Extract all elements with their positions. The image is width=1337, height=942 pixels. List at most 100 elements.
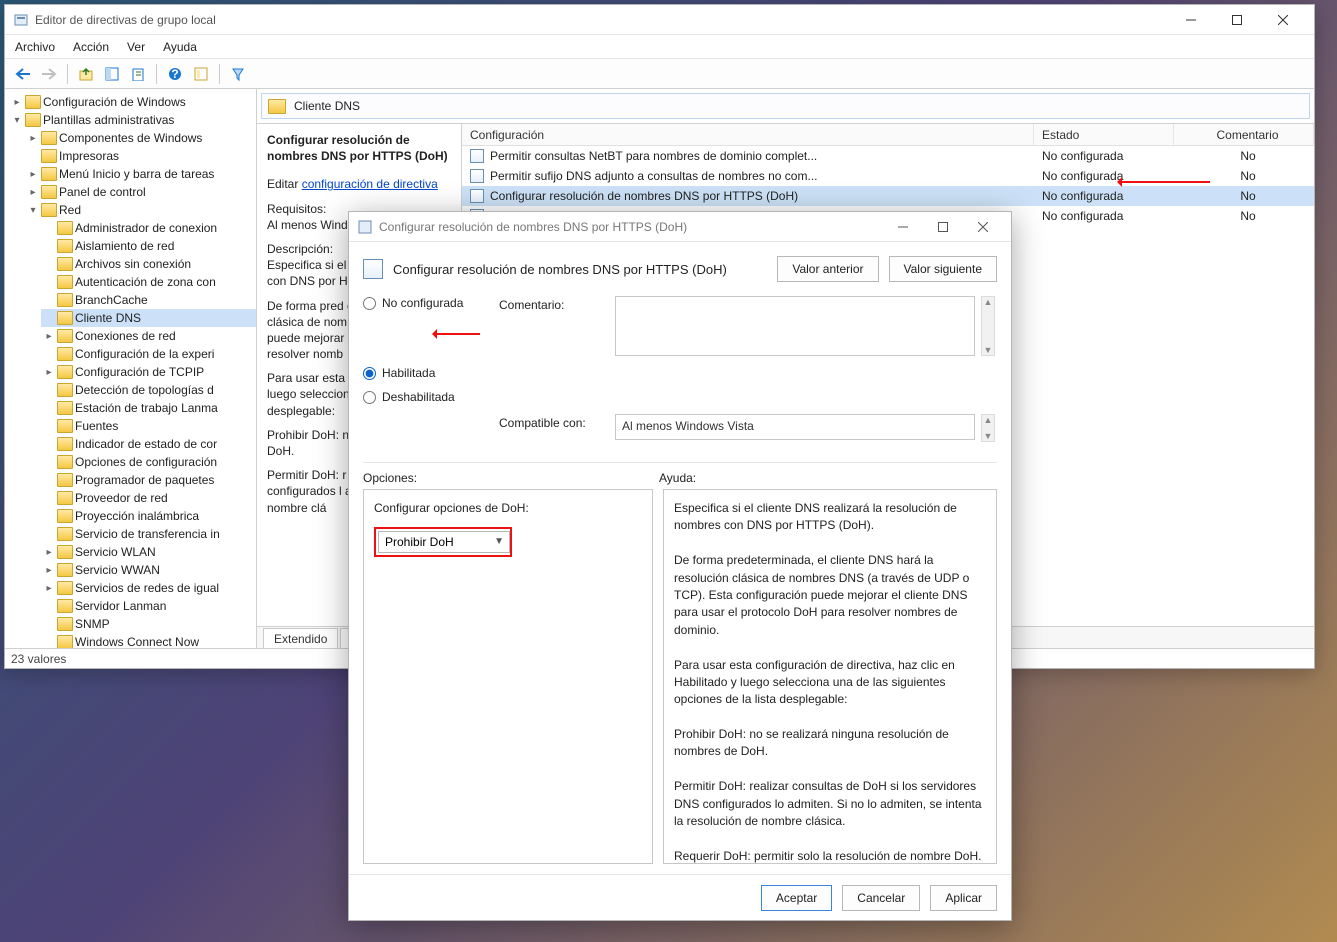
chevron-icon[interactable] <box>43 492 55 504</box>
tree-item-control-panel[interactable]: ▸Panel de control <box>25 183 256 201</box>
tree-item[interactable]: Archivos sin conexión <box>41 255 256 273</box>
chevron-icon[interactable] <box>43 258 55 270</box>
tree-item[interactable]: Programador de paquetes <box>41 471 256 489</box>
prev-value-button[interactable]: Valor anterior <box>777 256 878 282</box>
back-button[interactable] <box>11 62 35 86</box>
chevron-icon[interactable]: ▸ <box>43 564 55 576</box>
tree-item[interactable]: Servidor Lanman <box>41 597 256 615</box>
menu-view[interactable]: Ver <box>127 40 145 54</box>
chevron-icon[interactable] <box>43 402 55 414</box>
tree-item[interactable]: Indicador de estado de cor <box>41 435 256 453</box>
menu-action[interactable]: Acción <box>73 40 109 54</box>
forward-button[interactable] <box>37 62 61 86</box>
tree-item[interactable]: Autenticación de zona con <box>41 273 256 291</box>
tree-item[interactable]: ▸Servicios de redes de igual <box>41 579 256 597</box>
tree-item[interactable]: ▸Servicio WWAN <box>41 561 256 579</box>
chevron-icon[interactable] <box>43 312 55 324</box>
chevron-icon[interactable] <box>43 276 55 288</box>
tree-item[interactable]: Fuentes <box>41 417 256 435</box>
doh-select[interactable]: Prohibir DoH <box>378 531 510 553</box>
chevron-icon[interactable] <box>43 240 55 252</box>
radio-not-configured[interactable]: No configurada <box>363 296 493 310</box>
chevron-right-icon[interactable]: ▸ <box>27 168 39 180</box>
policy-row[interactable]: Permitir sufijo DNS adjunto a consultas … <box>462 166 1314 186</box>
minimize-button[interactable] <box>1168 5 1214 35</box>
chevron-icon[interactable] <box>43 456 55 468</box>
tree-item-printers[interactable]: Impresoras <box>25 147 256 165</box>
tree-item[interactable]: Proveedor de red <box>41 489 256 507</box>
next-value-button[interactable]: Valor siguiente <box>889 256 998 282</box>
chevron-icon[interactable] <box>43 636 55 648</box>
cancel-button[interactable]: Cancelar <box>842 885 920 911</box>
maximize-button[interactable] <box>1214 5 1260 35</box>
tree-pane[interactable]: ▸Configuración de Windows ▾Plantillas ad… <box>5 89 257 648</box>
chevron-icon[interactable] <box>43 528 55 540</box>
chevron-icon[interactable] <box>43 600 55 612</box>
radio-enabled[interactable]: Habilitada <box>363 366 493 380</box>
chevron-icon[interactable] <box>43 618 55 630</box>
apply-button[interactable]: Aplicar <box>930 885 997 911</box>
chevron-icon[interactable]: ▸ <box>43 366 55 378</box>
tree-item[interactable]: Proyección inalámbrica <box>41 507 256 525</box>
col-state[interactable]: Estado <box>1034 124 1174 145</box>
chevron-down-icon[interactable]: ▾ <box>11 114 23 126</box>
comment-scrollbar[interactable]: ▲▼ <box>981 296 995 356</box>
radio-disabled[interactable]: Deshabilitada <box>363 390 493 404</box>
tree-item[interactable]: Administrador de conexion <box>41 219 256 237</box>
chevron-icon[interactable] <box>43 294 55 306</box>
tree-item[interactable]: ▸Servicio WLAN <box>41 543 256 561</box>
chevron-icon[interactable] <box>43 384 55 396</box>
tree-item[interactable]: ▸Configuración de TCPIP <box>41 363 256 381</box>
tree-item[interactable]: Opciones de configuración <box>41 453 256 471</box>
chevron-icon[interactable] <box>43 438 55 450</box>
chevron-icon[interactable]: ▸ <box>43 582 55 594</box>
show-hide-tree-button[interactable] <box>100 62 124 86</box>
tree-item[interactable]: BranchCache <box>41 291 256 309</box>
chevron-right-icon[interactable]: ▸ <box>27 132 39 144</box>
chevron-icon[interactable] <box>43 348 55 360</box>
title-bar[interactable]: Editor de directivas de grupo local <box>5 5 1314 35</box>
chevron-right-icon[interactable]: ▸ <box>27 186 39 198</box>
comment-textbox[interactable] <box>615 296 975 356</box>
ok-button[interactable]: Aceptar <box>761 885 832 911</box>
chevron-icon[interactable] <box>43 222 55 234</box>
chevron-icon[interactable] <box>43 474 55 486</box>
edit-policy-link[interactable]: configuración de directiva <box>302 177 438 191</box>
properties-button[interactable] <box>189 62 213 86</box>
chevron-icon[interactable] <box>43 420 55 432</box>
filter-button[interactable] <box>226 62 250 86</box>
tree-item-windows-config[interactable]: ▸Configuración de Windows <box>9 93 256 111</box>
tree-item[interactable]: Windows Connect Now <box>41 633 256 648</box>
dialog-titlebar[interactable]: Configurar resolución de nombres DNS por… <box>349 212 1011 242</box>
tree-item-windows-components[interactable]: ▸Componentes de Windows <box>25 129 256 147</box>
chevron-right-icon[interactable]: ▸ <box>11 96 23 108</box>
tree-item-start-menu[interactable]: ▸Menú Inicio y barra de tareas <box>25 165 256 183</box>
policy-row[interactable]: Configurar resolución de nombres DNS por… <box>462 186 1314 206</box>
list-header[interactable]: Configuración Estado Comentario <box>462 124 1314 146</box>
tree-item-network[interactable]: ▾Red <box>25 201 256 219</box>
col-comment[interactable]: Comentario <box>1174 124 1314 145</box>
chevron-icon[interactable]: ▸ <box>43 330 55 342</box>
tree-item[interactable]: Aislamiento de red <box>41 237 256 255</box>
dialog-maximize-button[interactable] <box>923 213 963 241</box>
menu-file[interactable]: Archivo <box>15 40 55 54</box>
tree-item[interactable]: SNMP <box>41 615 256 633</box>
tree-item[interactable]: Estación de trabajo Lanma <box>41 399 256 417</box>
tree-item[interactable]: Detección de topologías d <box>41 381 256 399</box>
dialog-close-button[interactable] <box>963 213 1003 241</box>
chevron-icon[interactable]: ▸ <box>43 546 55 558</box>
help-button[interactable]: ? <box>163 62 187 86</box>
tree-item[interactable]: Cliente DNS <box>41 309 256 327</box>
compat-scrollbar[interactable]: ▲▼ <box>981 414 995 442</box>
dialog-minimize-button[interactable] <box>883 213 923 241</box>
tree-item[interactable]: Servicio de transferencia in <box>41 525 256 543</box>
export-button[interactable] <box>126 62 150 86</box>
tab-extended[interactable]: Extendido <box>263 628 338 648</box>
chevron-down-icon[interactable]: ▾ <box>27 204 39 216</box>
close-button[interactable] <box>1260 5 1306 35</box>
policy-row[interactable]: Permitir consultas NetBT para nombres de… <box>462 146 1314 166</box>
tree-item[interactable]: ▸Conexiones de red <box>41 327 256 345</box>
chevron-icon[interactable] <box>43 510 55 522</box>
up-button[interactable] <box>74 62 98 86</box>
tree-item[interactable]: Configuración de la experi <box>41 345 256 363</box>
